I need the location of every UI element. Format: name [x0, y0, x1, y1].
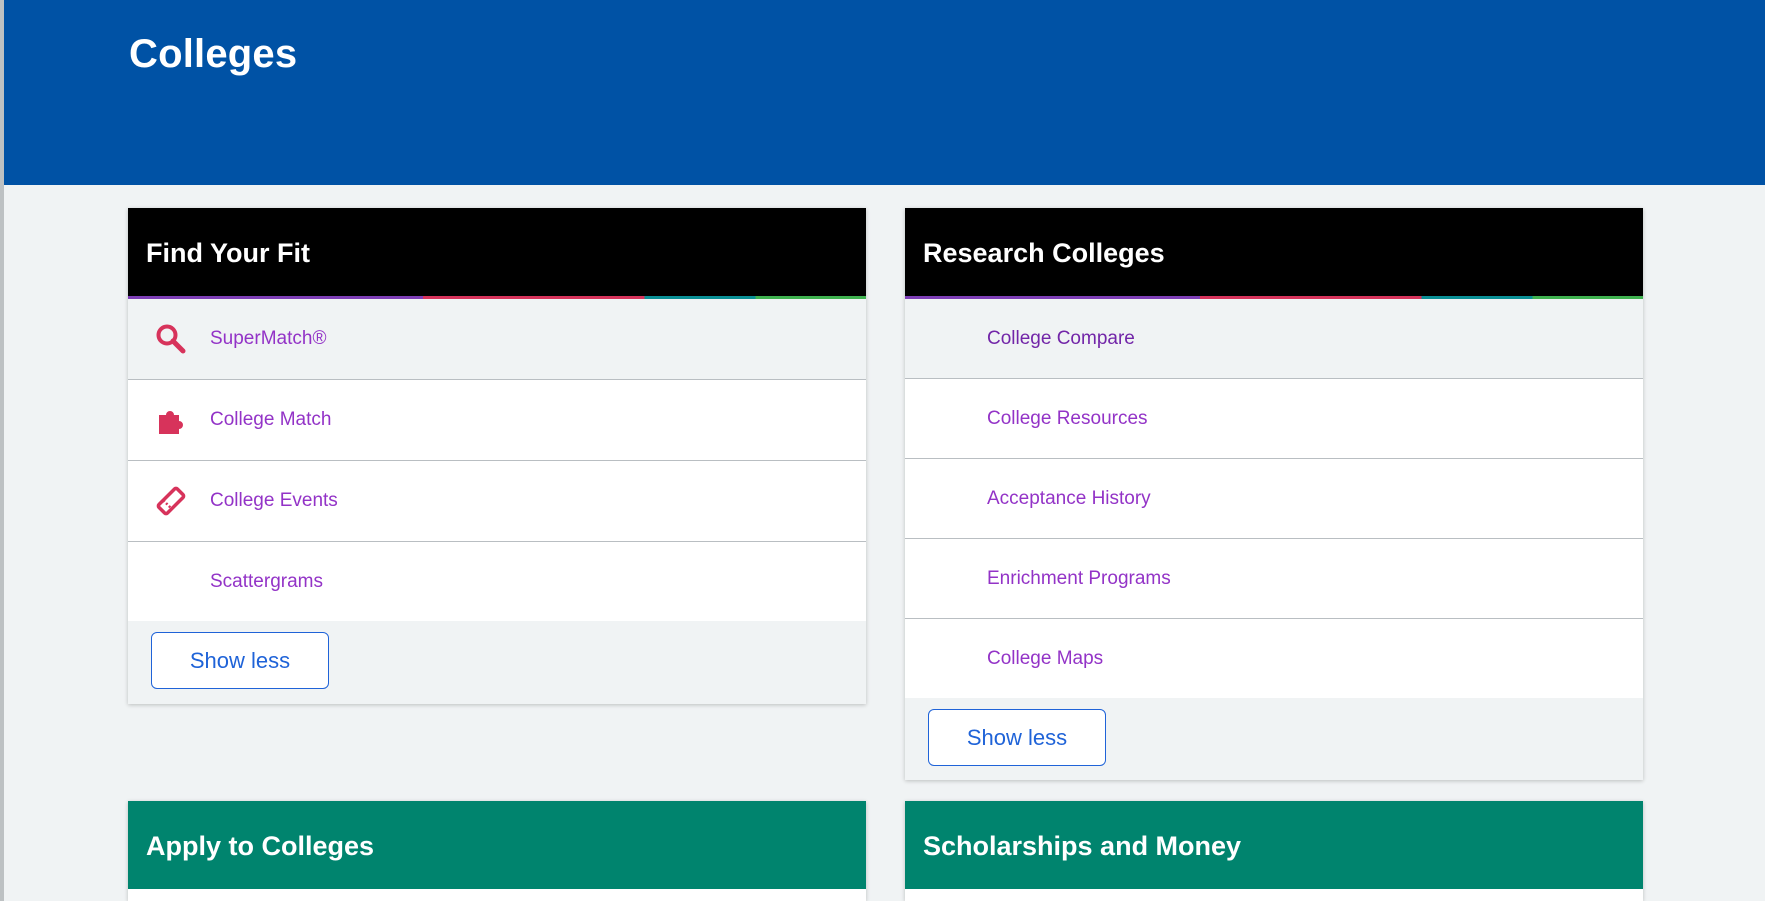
list-item-supermatch[interactable]: SuperMatch® — [128, 299, 866, 380]
list-item-label: Scattergrams — [210, 570, 323, 592]
list-item-scattergrams[interactable]: Scattergrams — [128, 542, 866, 621]
card-apply-to-colleges: Apply to Colleges — [128, 801, 866, 901]
card-title: Find Your Fit — [146, 238, 310, 268]
card-footer: Show less — [128, 621, 866, 704]
list-item-college-maps[interactable]: College Maps — [905, 619, 1643, 698]
list-item-label: Enrichment Programs — [987, 567, 1171, 589]
list-item-college-events[interactable]: College Events — [128, 461, 866, 542]
list-item-label: College Resources — [987, 407, 1148, 429]
list-item-label: Acceptance History — [987, 487, 1151, 509]
card-header: Research Colleges — [905, 208, 1643, 296]
magnifier-icon — [154, 322, 188, 356]
card-header: Scholarships and Money — [905, 801, 1643, 889]
list-item-college-resources[interactable]: College Resources — [905, 379, 1643, 459]
page-title: Colleges — [129, 32, 298, 76]
card-header: Apply to Colleges — [128, 801, 866, 889]
card-footer: Show less — [905, 698, 1643, 780]
puzzle-piece-icon — [154, 403, 188, 437]
card-research-colleges: Research Colleges College Compare Colleg… — [905, 208, 1643, 780]
list-item-college-match[interactable]: College Match — [128, 380, 866, 461]
show-less-button[interactable]: Show less — [151, 632, 329, 689]
list-item-label: College Maps — [987, 647, 1104, 669]
card-title: Scholarships and Money — [923, 831, 1242, 861]
list-item-acceptance-history[interactable]: Acceptance History — [905, 459, 1643, 539]
show-less-button[interactable]: Show less — [928, 709, 1106, 766]
list-item-label: College Compare — [987, 327, 1135, 349]
ticket-icon — [154, 484, 188, 518]
list-item-label: SuperMatch® — [210, 328, 327, 349]
card-header: Find Your Fit — [128, 208, 866, 296]
card-title: Apply to Colleges — [146, 831, 375, 861]
list-item-label: College Events — [210, 490, 338, 511]
list-item-label: College Match — [210, 409, 332, 430]
page-header: Colleges — [4, 0, 1765, 185]
card-title: Research Colleges — [923, 238, 1165, 268]
list-item-college-compare[interactable]: College Compare — [905, 299, 1643, 379]
card-scholarships-and-money: Scholarships and Money — [905, 801, 1643, 901]
card-find-your-fit: Find Your Fit SuperMatch® College Match — [128, 208, 866, 704]
list-item-enrichment-programs[interactable]: Enrichment Programs — [905, 539, 1643, 619]
